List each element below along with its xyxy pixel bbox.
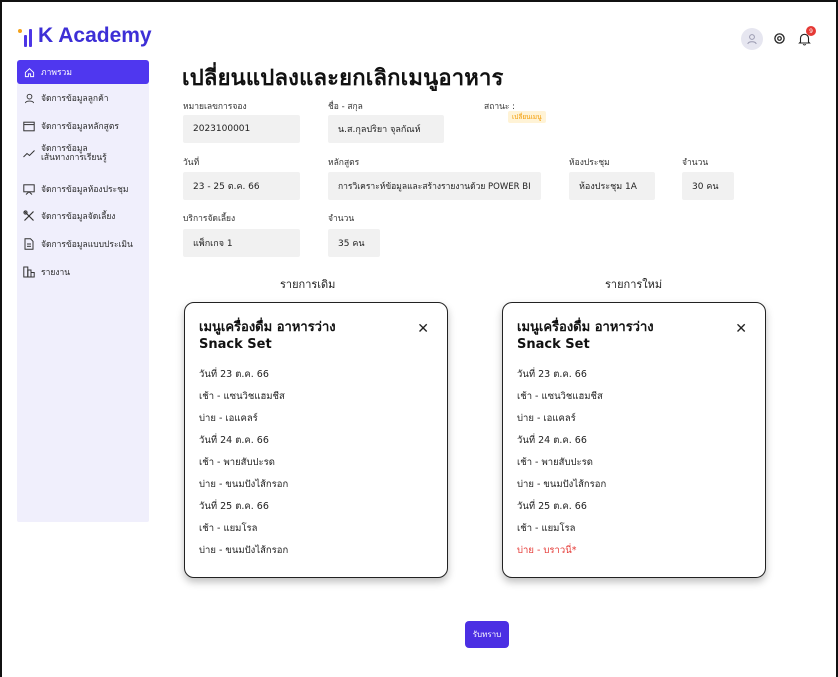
sidebar-item-rooms[interactable]: จัดการข้อมูลห้องประชุม xyxy=(17,177,149,201)
sidebar-item-label: จัดการข้อมูลหลักสูตร xyxy=(41,122,119,132)
folder-icon xyxy=(23,120,35,132)
booking-no-field: 2023100001 xyxy=(183,115,300,143)
name-field: น.ส.กุลปริยา จุลกัณห์ xyxy=(328,115,444,143)
acknowledge-button[interactable]: รับทราบ xyxy=(465,621,509,648)
close-icon[interactable]: ✕ xyxy=(735,321,747,337)
catering-count-label: จำนวน xyxy=(328,214,355,224)
menu-row: บ่าย - ขนมปังไส้กรอก xyxy=(199,479,289,490)
name-label: ชื่อ - สกุล xyxy=(328,102,363,112)
avatar[interactable] xyxy=(741,28,763,50)
catering-field: แพ็กเกจ 1 xyxy=(183,229,300,257)
menu-row: เช้า - พายสับปะรด xyxy=(199,457,275,468)
menu-row: เช้า - พายสับปะรด xyxy=(517,457,593,468)
menu-row: วันที่ 24 ต.ค. 66 xyxy=(517,435,587,446)
catering-label: บริการจัดเลี้ยง xyxy=(183,214,236,224)
sidebar-item-label: จัดการข้อมูลแบบประเมิน xyxy=(41,240,133,250)
menu-row: วันที่ 24 ต.ค. 66 xyxy=(199,435,269,446)
notification-badge: 9 xyxy=(806,26,816,36)
menu-row-changed: บ่าย - บราวนี่* xyxy=(517,545,577,556)
menu-row: วันที่ 23 ต.ค. 66 xyxy=(199,369,269,380)
settings-icon[interactable] xyxy=(773,30,786,49)
brand[interactable]: K Academy xyxy=(18,24,152,48)
updated-menu-card: เมนูเครื่องดื่ม อาหารว่าง Snack Set ✕ วั… xyxy=(502,302,766,578)
menu-row: เช้า - แซนวิชแฮมชีส xyxy=(517,391,603,402)
date-field: 23 - 25 ต.ค. 66 xyxy=(183,172,300,200)
card-title-line-2: Snack Set xyxy=(517,337,590,352)
date-label: วันที่ xyxy=(183,158,200,168)
sidebar-item-customers[interactable]: จัดการข้อมูลลูกค้า xyxy=(17,86,149,110)
menu-row: เช้า - แยมโรล xyxy=(517,523,576,534)
label-line-2: เส้นทางการเรียนรู้ xyxy=(41,153,107,163)
report-icon xyxy=(23,266,35,278)
sidebar-item-label: จัดการข้อมูลจัดเลี้ยง xyxy=(41,212,116,222)
card-title: เมนูเครื่องดื่ม อาหารว่าง Snack Set xyxy=(517,319,654,353)
menu-row: วันที่ 25 ต.ค. 66 xyxy=(517,501,587,512)
document-icon xyxy=(23,238,35,250)
sidebar-item-label: จัดการข้อมูล เส้นทางการเรียนรู้ xyxy=(41,145,107,163)
sidebar-item-evaluations[interactable]: จัดการข้อมูลแบบประเมิน xyxy=(17,232,149,256)
menu-row: บ่าย - เอแคลร์ xyxy=(517,413,576,424)
count-label: จำนวน xyxy=(682,158,709,168)
sidebar-item-learning-paths[interactable]: จัดการข้อมูล เส้นทางการเรียนรู้ xyxy=(17,142,149,166)
updated-heading: รายการใหม่ xyxy=(605,278,663,291)
catering-count-field: 35 คน xyxy=(328,229,380,257)
header-actions: 9 xyxy=(741,26,816,50)
course-field: การวิเคราะห์ข้อมูลและสร้างรายงานด้วย POW… xyxy=(328,172,541,200)
booking-no-label: หมายเลขการจอง xyxy=(183,102,247,112)
user-avatar-icon xyxy=(747,34,757,45)
menu-row: บ่าย - เอแคลร์ xyxy=(199,413,258,424)
room-field: ห้องประชุม 1A xyxy=(569,172,655,200)
status-badge: เปลี่ยนเมนู xyxy=(508,111,546,123)
page-title: เปลี่ยนแปลงและยกเลิกเมนูอาหาร xyxy=(182,66,504,91)
card-title: เมนูเครื่องดื่ม อาหารว่าง Snack Set xyxy=(199,319,336,353)
user-icon xyxy=(23,92,35,104)
utensils-icon xyxy=(23,210,35,222)
menu-row: เช้า - แยมโรล xyxy=(199,523,258,534)
notification-bell[interactable]: 9 xyxy=(796,26,816,47)
sidebar-item-label: รายงาน xyxy=(41,268,71,278)
home-icon xyxy=(23,66,35,78)
menu-row: บ่าย - ขนมปังไส้กรอก xyxy=(199,545,289,556)
sidebar-item-reports[interactable]: รายงาน xyxy=(17,260,149,284)
card-title-line-2: Snack Set xyxy=(199,337,272,352)
sidebar-item-label: จัดการข้อมูลลูกค้า xyxy=(41,94,109,104)
room-label: ห้องประชุม xyxy=(569,158,610,168)
original-menu-card: เมนูเครื่องดื่ม อาหารว่าง Snack Set ✕ วั… xyxy=(184,302,448,578)
sidebar-item-courses[interactable]: จัดการข้อมูลหลักสูตร xyxy=(17,114,149,138)
sidebar-item-label: ภาพรวม xyxy=(41,68,72,78)
k-academy-logo-icon xyxy=(18,25,32,47)
trend-icon xyxy=(23,148,35,160)
presentation-icon xyxy=(23,183,35,195)
sidebar-item-overview[interactable]: ภาพรวม xyxy=(17,60,149,84)
menu-row: วันที่ 23 ต.ค. 66 xyxy=(517,369,587,380)
sidebar-item-catering[interactable]: จัดการข้อมูลจัดเลี้ยง xyxy=(17,204,149,228)
card-title-line-1: เมนูเครื่องดื่ม อาหารว่าง xyxy=(517,320,654,335)
original-heading: รายการเดิม xyxy=(280,278,336,291)
course-label: หลักสูตร xyxy=(328,158,360,168)
sidebar-item-label: จัดการข้อมูลห้องประชุม xyxy=(41,185,129,195)
count-field: 30 คน xyxy=(682,172,734,200)
close-icon[interactable]: ✕ xyxy=(417,321,429,337)
menu-row: วันที่ 25 ต.ค. 66 xyxy=(199,501,269,512)
menu-row: บ่าย - ขนมปังไส้กรอก xyxy=(517,479,607,490)
brand-name: K Academy xyxy=(38,24,152,47)
menu-row: เช้า - แซนวิชแฮมชีส xyxy=(199,391,285,402)
card-title-line-1: เมนูเครื่องดื่ม อาหารว่าง xyxy=(199,320,336,335)
